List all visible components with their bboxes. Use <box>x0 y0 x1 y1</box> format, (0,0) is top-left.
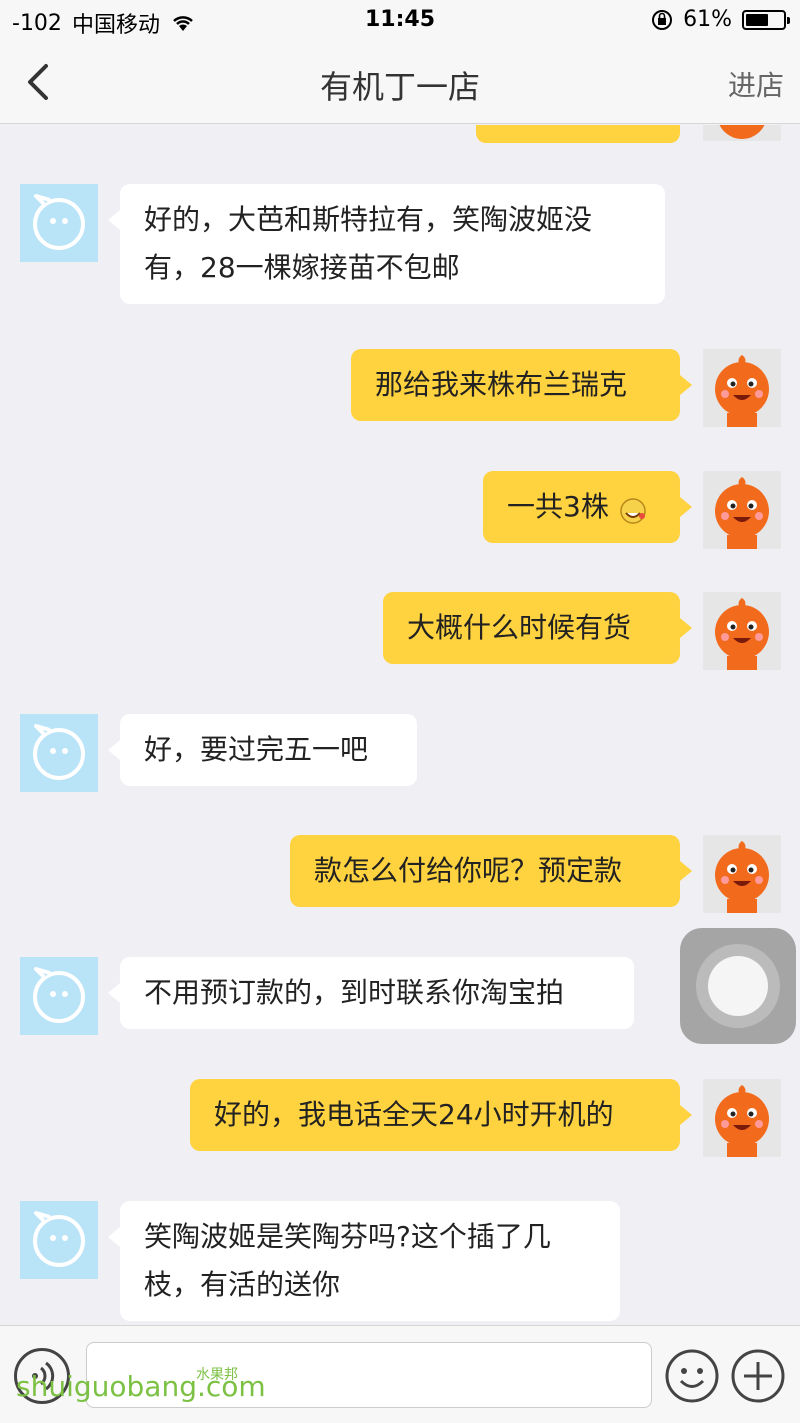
seller-chat-icon <box>33 967 85 1023</box>
status-right: 61% <box>651 7 790 32</box>
user-avatar[interactable] <box>703 349 781 427</box>
message-bubble-incoming: 好的，大芭和斯特拉有，笑陶波姬没有，28一棵嫁接苗不包邮 <box>108 184 665 304</box>
message-bubble-outgoing: 好的，我电话全天24小时开机的 <box>190 1079 692 1151</box>
user-avatar[interactable] <box>703 835 781 913</box>
orientation-lock-icon <box>652 9 673 30</box>
watermark-small-text: 水果邦 <box>196 1367 238 1383</box>
message-bubble-incoming: 笑陶波姬是笑陶芬吗?这个插了几枝，有活的送你 <box>108 1201 620 1321</box>
page-title: 有机丁一店 <box>319 68 480 106</box>
assistive-touch-center <box>708 956 768 1016</box>
user-avatar[interactable] <box>703 1079 781 1157</box>
seller-avatar[interactable] <box>20 1201 98 1279</box>
plus-button-icon[interactable] <box>730 1348 786 1404</box>
orange-mascot-icon <box>715 477 769 549</box>
nav-bar: 有机丁一店 进店 <box>0 40 800 124</box>
enter-store-button[interactable]: 进店 <box>728 64 784 104</box>
user-avatar-fragment <box>703 125 781 141</box>
seller-chat-icon <box>33 1211 85 1267</box>
chat-area[interactable]: 好的，大芭和斯特拉有，笑陶波姬没有，28一棵嫁接苗不包邮 那给我来株布兰瑞克 一… <box>0 125 800 1325</box>
seller-avatar[interactable] <box>20 714 98 792</box>
battery-percent: 61% <box>683 7 732 32</box>
previous-bubble-fragment <box>476 125 680 143</box>
emoji-laugh-icon <box>618 493 648 524</box>
seller-chat-icon <box>33 194 85 250</box>
emoji-button-icon[interactable] <box>664 1348 720 1404</box>
message-bubble-outgoing: 款怎么付给你呢？预定款 <box>290 835 692 907</box>
battery-fill <box>746 13 768 26</box>
seller-avatar[interactable] <box>20 957 98 1035</box>
message-bubble-incoming: 好，要过完五一吧 <box>108 714 417 786</box>
orange-mascot-icon <box>715 841 769 913</box>
seller-avatar[interactable] <box>20 184 98 262</box>
user-avatar[interactable] <box>703 592 781 670</box>
message-bubble-outgoing: 一共3株 <box>483 471 692 543</box>
message-bubble-incoming: 不用预订款的，到时联系你淘宝拍 <box>108 957 634 1029</box>
assistive-touch-button[interactable] <box>680 928 796 1044</box>
watermark: shuiguobang.com 水果邦 <box>16 1367 266 1403</box>
battery-icon <box>742 9 790 30</box>
seller-chat-icon <box>33 724 85 780</box>
status-bar: -102 中国移动 11:45 61% <box>0 0 800 40</box>
message-bubble-outgoing: 那给我来株布兰瑞克 <box>351 349 692 421</box>
message-text: 一共3株 <box>507 490 609 523</box>
message-bubble-outgoing: 大概什么时候有货 <box>383 592 692 664</box>
orange-mascot-icon <box>715 598 769 670</box>
orange-mascot-icon <box>715 355 769 427</box>
user-avatar[interactable] <box>703 471 781 549</box>
orange-mascot-icon <box>715 1085 769 1157</box>
